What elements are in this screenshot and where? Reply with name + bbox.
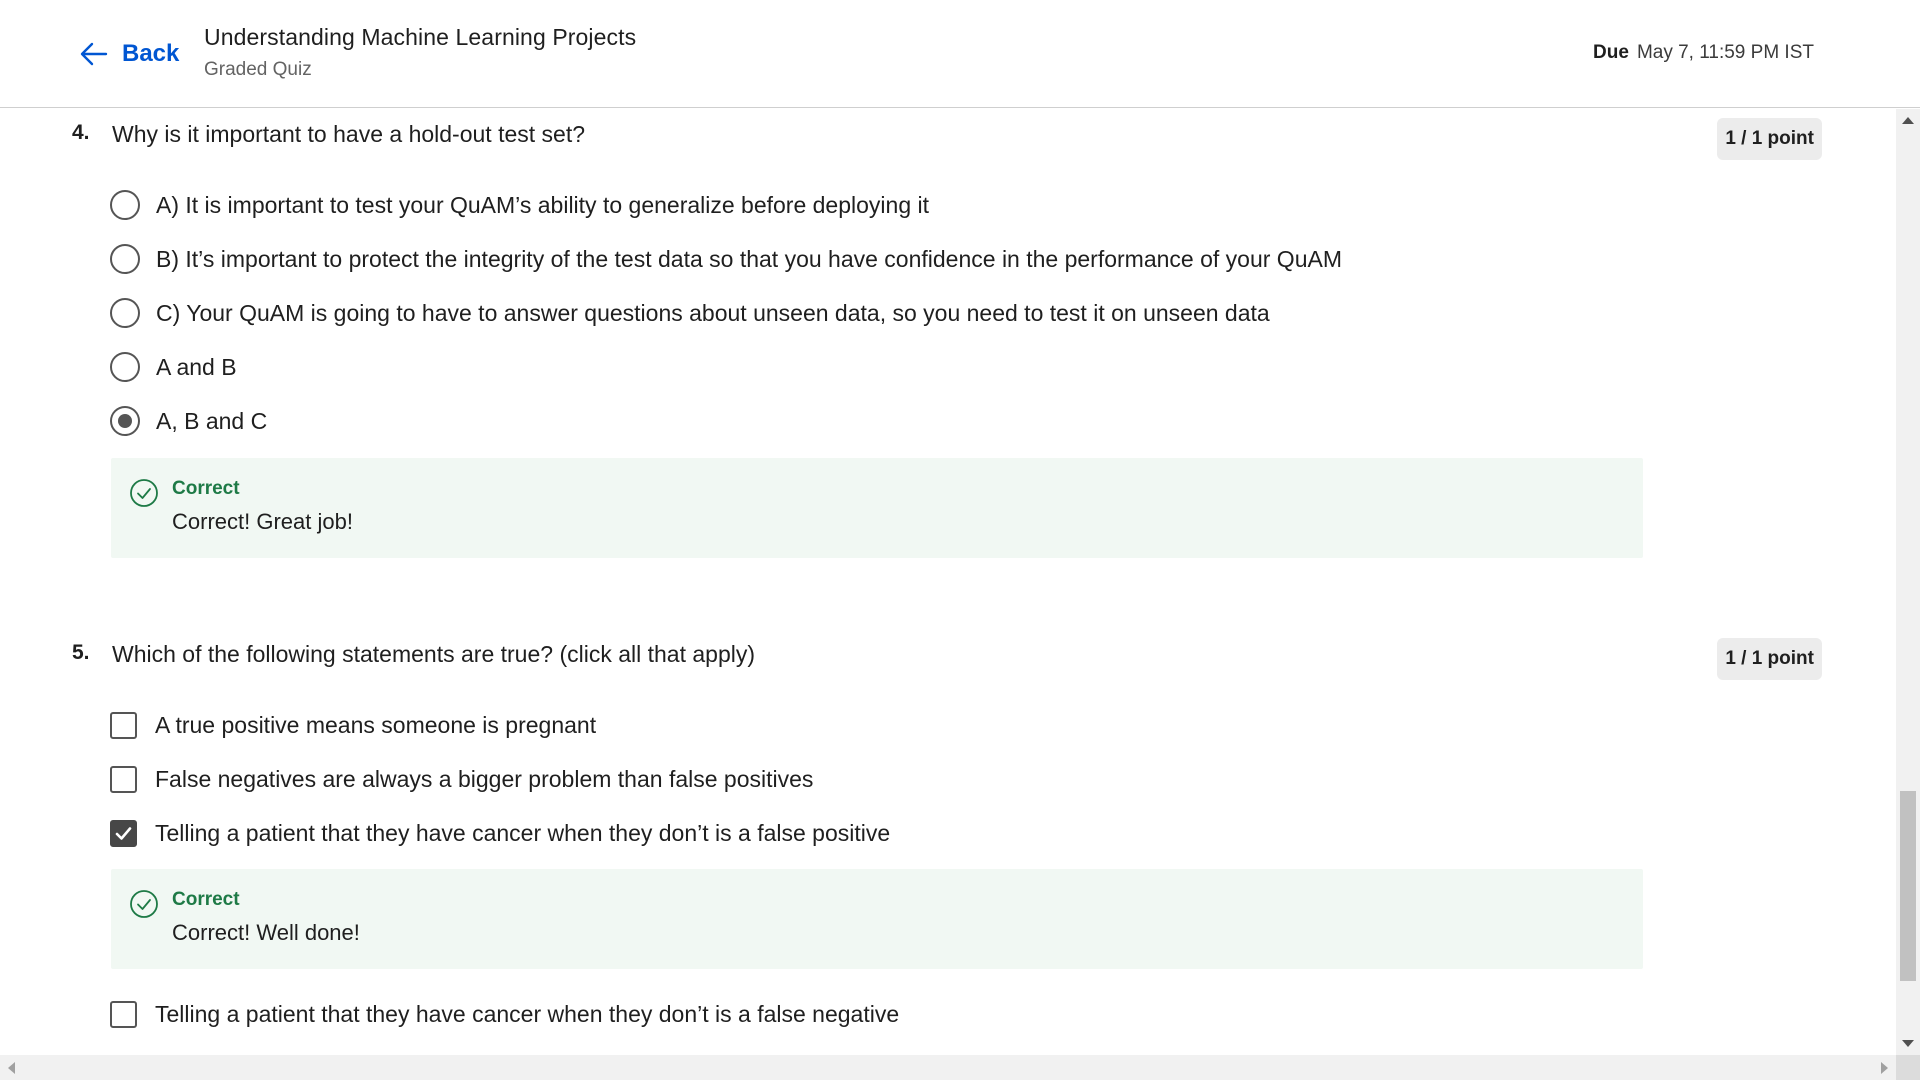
scroll-up-icon[interactable]: [1902, 117, 1914, 124]
radio-button[interactable]: [110, 298, 140, 328]
feedback-status: Correct: [172, 478, 240, 499]
arrow-left-icon: [80, 42, 108, 66]
question-number: 5.: [72, 641, 90, 664]
radio-button[interactable]: [110, 352, 140, 382]
radio-button[interactable]: [110, 190, 140, 220]
radio-button[interactable]: [110, 244, 140, 274]
scrollbar-thumb[interactable]: [1900, 791, 1916, 981]
option-label: C) Your QuAM is going to have to answer …: [156, 299, 1270, 326]
option-radio[interactable]: B) It’s important to protect the integri…: [110, 239, 1342, 279]
feedback-message: Correct! Great job!: [172, 509, 353, 534]
question-text: Why is it important to have a hold-out t…: [112, 121, 586, 147]
points-badge: 1 / 1 point: [1717, 638, 1822, 680]
option-checkbox[interactable]: Telling a patient that they have cancer …: [110, 994, 899, 1034]
feedback-status: Correct: [172, 889, 240, 910]
due-value: May 7, 11:59 PM IST: [1636, 42, 1814, 63]
feedback-box: Correct Correct! Well done!: [111, 869, 1643, 969]
question-text: Which of the following statements are tr…: [112, 641, 756, 667]
option-radio[interactable]: A) It is important to test your QuAM’s a…: [110, 185, 929, 225]
quiz-header: Back Understanding Machine Learning Proj…: [0, 0, 1920, 108]
question-header: 5. Which of the following statements are…: [72, 629, 1822, 680]
checkmark-icon: [115, 826, 132, 840]
option-label: A, B and C: [156, 407, 268, 434]
question-header: 4. Why is it important to have a hold-ou…: [72, 109, 1822, 160]
option-label: Telling a patient that they have cancer …: [155, 819, 891, 846]
scroll-down-icon[interactable]: [1902, 1040, 1914, 1047]
scrollbar-corner: [1896, 1055, 1920, 1080]
scroll-right-icon[interactable]: [1881, 1062, 1888, 1074]
checkbox[interactable]: [110, 765, 137, 793]
points-badge: 1 / 1 point: [1717, 118, 1822, 160]
vertical-scrollbar[interactable]: [1896, 109, 1920, 1055]
check-circle-icon: [130, 890, 158, 918]
due-date: Due May 7, 11:59 PM IST: [1593, 42, 1814, 64]
option-radio-selected[interactable]: A, B and C: [110, 401, 267, 441]
question-5: 5. Which of the following statements are…: [72, 629, 1822, 1028]
back-label: Back: [122, 40, 180, 67]
option-label: False negatives are always a bigger prob…: [155, 765, 814, 792]
option-checkbox[interactable]: A true positive means someone is pregnan…: [110, 705, 596, 745]
option-checkbox[interactable]: False negatives are always a bigger prob…: [110, 759, 813, 799]
radio-button-selected[interactable]: [110, 406, 140, 436]
horizontal-scrollbar[interactable]: [0, 1055, 1896, 1080]
title-block: Understanding Machine Learning Projects …: [204, 24, 636, 81]
checkbox[interactable]: [110, 711, 137, 739]
due-label: Due: [1593, 42, 1629, 63]
option-radio[interactable]: A and B: [110, 347, 237, 387]
feedback-box: Correct Correct! Great job!: [111, 458, 1643, 558]
check-circle-icon: [130, 479, 158, 507]
option-label: Telling a patient that they have cancer …: [155, 1000, 900, 1027]
option-checkbox-checked[interactable]: Telling a patient that they have cancer …: [110, 813, 890, 853]
back-button[interactable]: Back: [78, 34, 179, 74]
scroll-left-icon[interactable]: [8, 1062, 15, 1074]
quiz-content: 4. Why is it important to have a hold-ou…: [0, 109, 1896, 1055]
feedback-message: Correct! Well done!: [172, 920, 360, 945]
option-label: A true positive means someone is pregnan…: [155, 711, 597, 738]
checkbox-checked[interactable]: [110, 819, 137, 847]
checkbox[interactable]: [110, 1000, 137, 1028]
question-4: 4. Why is it important to have a hold-ou…: [72, 109, 1822, 558]
question-number: 4.: [72, 121, 90, 144]
option-label: A and B: [156, 353, 237, 380]
page-title: Understanding Machine Learning Projects: [204, 24, 637, 50]
option-label: A) It is important to test your QuAM’s a…: [156, 191, 930, 218]
option-label: B) It’s important to protect the integri…: [156, 245, 1342, 272]
quiz-type-label: Graded Quiz: [204, 59, 312, 80]
option-radio[interactable]: C) Your QuAM is going to have to answer …: [110, 293, 1270, 333]
